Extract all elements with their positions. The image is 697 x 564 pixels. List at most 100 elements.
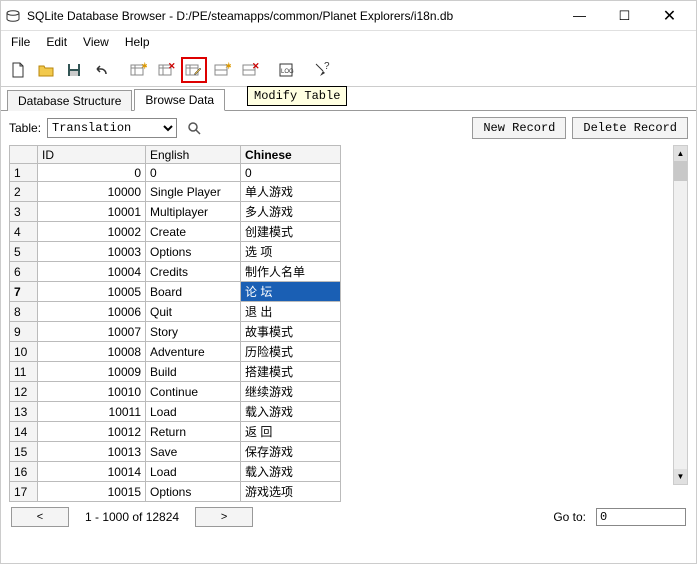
tab-database-structure[interactable]: Database Structure: [7, 90, 132, 111]
new-record-button[interactable]: New Record: [472, 117, 566, 139]
row-header[interactable]: 15: [10, 442, 38, 462]
table-row[interactable]: 410002Create创建模式: [10, 222, 341, 242]
scroll-thumb[interactable]: [674, 161, 687, 181]
cell-chinese[interactable]: 制作人名单: [241, 262, 341, 282]
row-header[interactable]: 17: [10, 482, 38, 502]
cell-id[interactable]: 10015: [38, 482, 146, 502]
cell-english[interactable]: Board: [146, 282, 241, 302]
prev-page-button[interactable]: <: [11, 507, 69, 527]
open-file-button[interactable]: [33, 57, 59, 83]
cell-chinese[interactable]: 选 项: [241, 242, 341, 262]
cell-id[interactable]: 10004: [38, 262, 146, 282]
search-button[interactable]: [183, 117, 205, 139]
table-row[interactable]: 710005Board论 坛: [10, 282, 341, 302]
cell-id[interactable]: 10012: [38, 422, 146, 442]
delete-record-button[interactable]: Delete Record: [572, 117, 688, 139]
cell-english[interactable]: Create: [146, 222, 241, 242]
close-button[interactable]: ✕: [647, 2, 692, 30]
col-id[interactable]: ID: [38, 146, 146, 164]
undo-button[interactable]: [89, 57, 115, 83]
tab-browse-data[interactable]: Browse Data: [134, 89, 225, 111]
cell-english[interactable]: Save: [146, 442, 241, 462]
cell-chinese[interactable]: 论 坛: [241, 282, 341, 302]
cell-id[interactable]: 10007: [38, 322, 146, 342]
row-header[interactable]: 4: [10, 222, 38, 242]
log-button[interactable]: LOG: [273, 57, 299, 83]
table-row[interactable]: 810006Quit退 出: [10, 302, 341, 322]
table-row[interactable]: 210000Single Player单人游戏: [10, 182, 341, 202]
cell-english[interactable]: Multiplayer: [146, 202, 241, 222]
cell-id[interactable]: 0: [38, 164, 146, 182]
cell-chinese[interactable]: 载入游戏: [241, 462, 341, 482]
cell-english[interactable]: Load: [146, 462, 241, 482]
cell-id[interactable]: 10013: [38, 442, 146, 462]
cell-id[interactable]: 10006: [38, 302, 146, 322]
cell-english[interactable]: Return: [146, 422, 241, 442]
table-row[interactable]: 1410012Return返 回: [10, 422, 341, 442]
row-header[interactable]: 11: [10, 362, 38, 382]
table-row[interactable]: 1110009Build搭建模式: [10, 362, 341, 382]
cell-id[interactable]: 10002: [38, 222, 146, 242]
row-header[interactable]: 3: [10, 202, 38, 222]
cell-id[interactable]: 10014: [38, 462, 146, 482]
menu-edit[interactable]: Edit: [38, 33, 75, 51]
help-button[interactable]: ?: [309, 57, 335, 83]
cell-id[interactable]: 10001: [38, 202, 146, 222]
delete-table-button[interactable]: ✕: [153, 57, 179, 83]
menu-view[interactable]: View: [75, 33, 117, 51]
cell-english[interactable]: Quit: [146, 302, 241, 322]
row-header[interactable]: 12: [10, 382, 38, 402]
cell-chinese[interactable]: 返 回: [241, 422, 341, 442]
cell-id[interactable]: 10009: [38, 362, 146, 382]
cell-chinese[interactable]: 载入游戏: [241, 402, 341, 422]
cell-english[interactable]: Credits: [146, 262, 241, 282]
menu-help[interactable]: Help: [117, 33, 158, 51]
cell-chinese[interactable]: 游戏选项: [241, 482, 341, 502]
cell-id[interactable]: 10010: [38, 382, 146, 402]
row-header[interactable]: 16: [10, 462, 38, 482]
cell-chinese[interactable]: 多人游戏: [241, 202, 341, 222]
maximize-button[interactable]: ☐: [602, 2, 647, 30]
row-header[interactable]: 7: [10, 282, 38, 302]
scroll-down-icon[interactable]: ▼: [674, 469, 687, 484]
row-header[interactable]: 14: [10, 422, 38, 442]
cell-id[interactable]: 10003: [38, 242, 146, 262]
table-row[interactable]: 510003Options选 项: [10, 242, 341, 262]
col-rowhead[interactable]: [10, 146, 38, 164]
cell-id[interactable]: 10008: [38, 342, 146, 362]
row-header[interactable]: 6: [10, 262, 38, 282]
row-header[interactable]: 2: [10, 182, 38, 202]
cell-chinese[interactable]: 搭建模式: [241, 362, 341, 382]
scroll-up-icon[interactable]: ▲: [674, 146, 687, 161]
cell-english[interactable]: Build: [146, 362, 241, 382]
row-header[interactable]: 13: [10, 402, 38, 422]
table-select[interactable]: Translation: [47, 118, 177, 138]
cell-chinese[interactable]: 0: [241, 164, 341, 182]
table-row[interactable]: 1510013Save保存游戏: [10, 442, 341, 462]
cell-english[interactable]: 0: [146, 164, 241, 182]
table-row[interactable]: 610004Credits制作人名单: [10, 262, 341, 282]
data-grid[interactable]: ID English Chinese 1000210000Single Play…: [9, 145, 341, 502]
cell-chinese[interactable]: 创建模式: [241, 222, 341, 242]
menu-file[interactable]: File: [3, 33, 38, 51]
row-header[interactable]: 9: [10, 322, 38, 342]
row-header[interactable]: 10: [10, 342, 38, 362]
cell-chinese[interactable]: 历险模式: [241, 342, 341, 362]
cell-id[interactable]: 10005: [38, 282, 146, 302]
cell-english[interactable]: Single Player: [146, 182, 241, 202]
table-row[interactable]: 1000: [10, 164, 341, 182]
table-row[interactable]: 1310011Load载入游戏: [10, 402, 341, 422]
cell-english[interactable]: Adventure: [146, 342, 241, 362]
delete-index-button[interactable]: ✕: [237, 57, 263, 83]
cell-id[interactable]: 10011: [38, 402, 146, 422]
table-row[interactable]: 1610014Load载入游戏: [10, 462, 341, 482]
col-english[interactable]: English: [146, 146, 241, 164]
row-header[interactable]: 8: [10, 302, 38, 322]
cell-chinese[interactable]: 保存游戏: [241, 442, 341, 462]
cell-chinese[interactable]: 退 出: [241, 302, 341, 322]
cell-english[interactable]: Options: [146, 242, 241, 262]
cell-english[interactable]: Load: [146, 402, 241, 422]
table-row[interactable]: 910007Story故事模式: [10, 322, 341, 342]
create-table-button[interactable]: ✶: [125, 57, 151, 83]
table-row[interactable]: 1710015Options游戏选项: [10, 482, 341, 502]
